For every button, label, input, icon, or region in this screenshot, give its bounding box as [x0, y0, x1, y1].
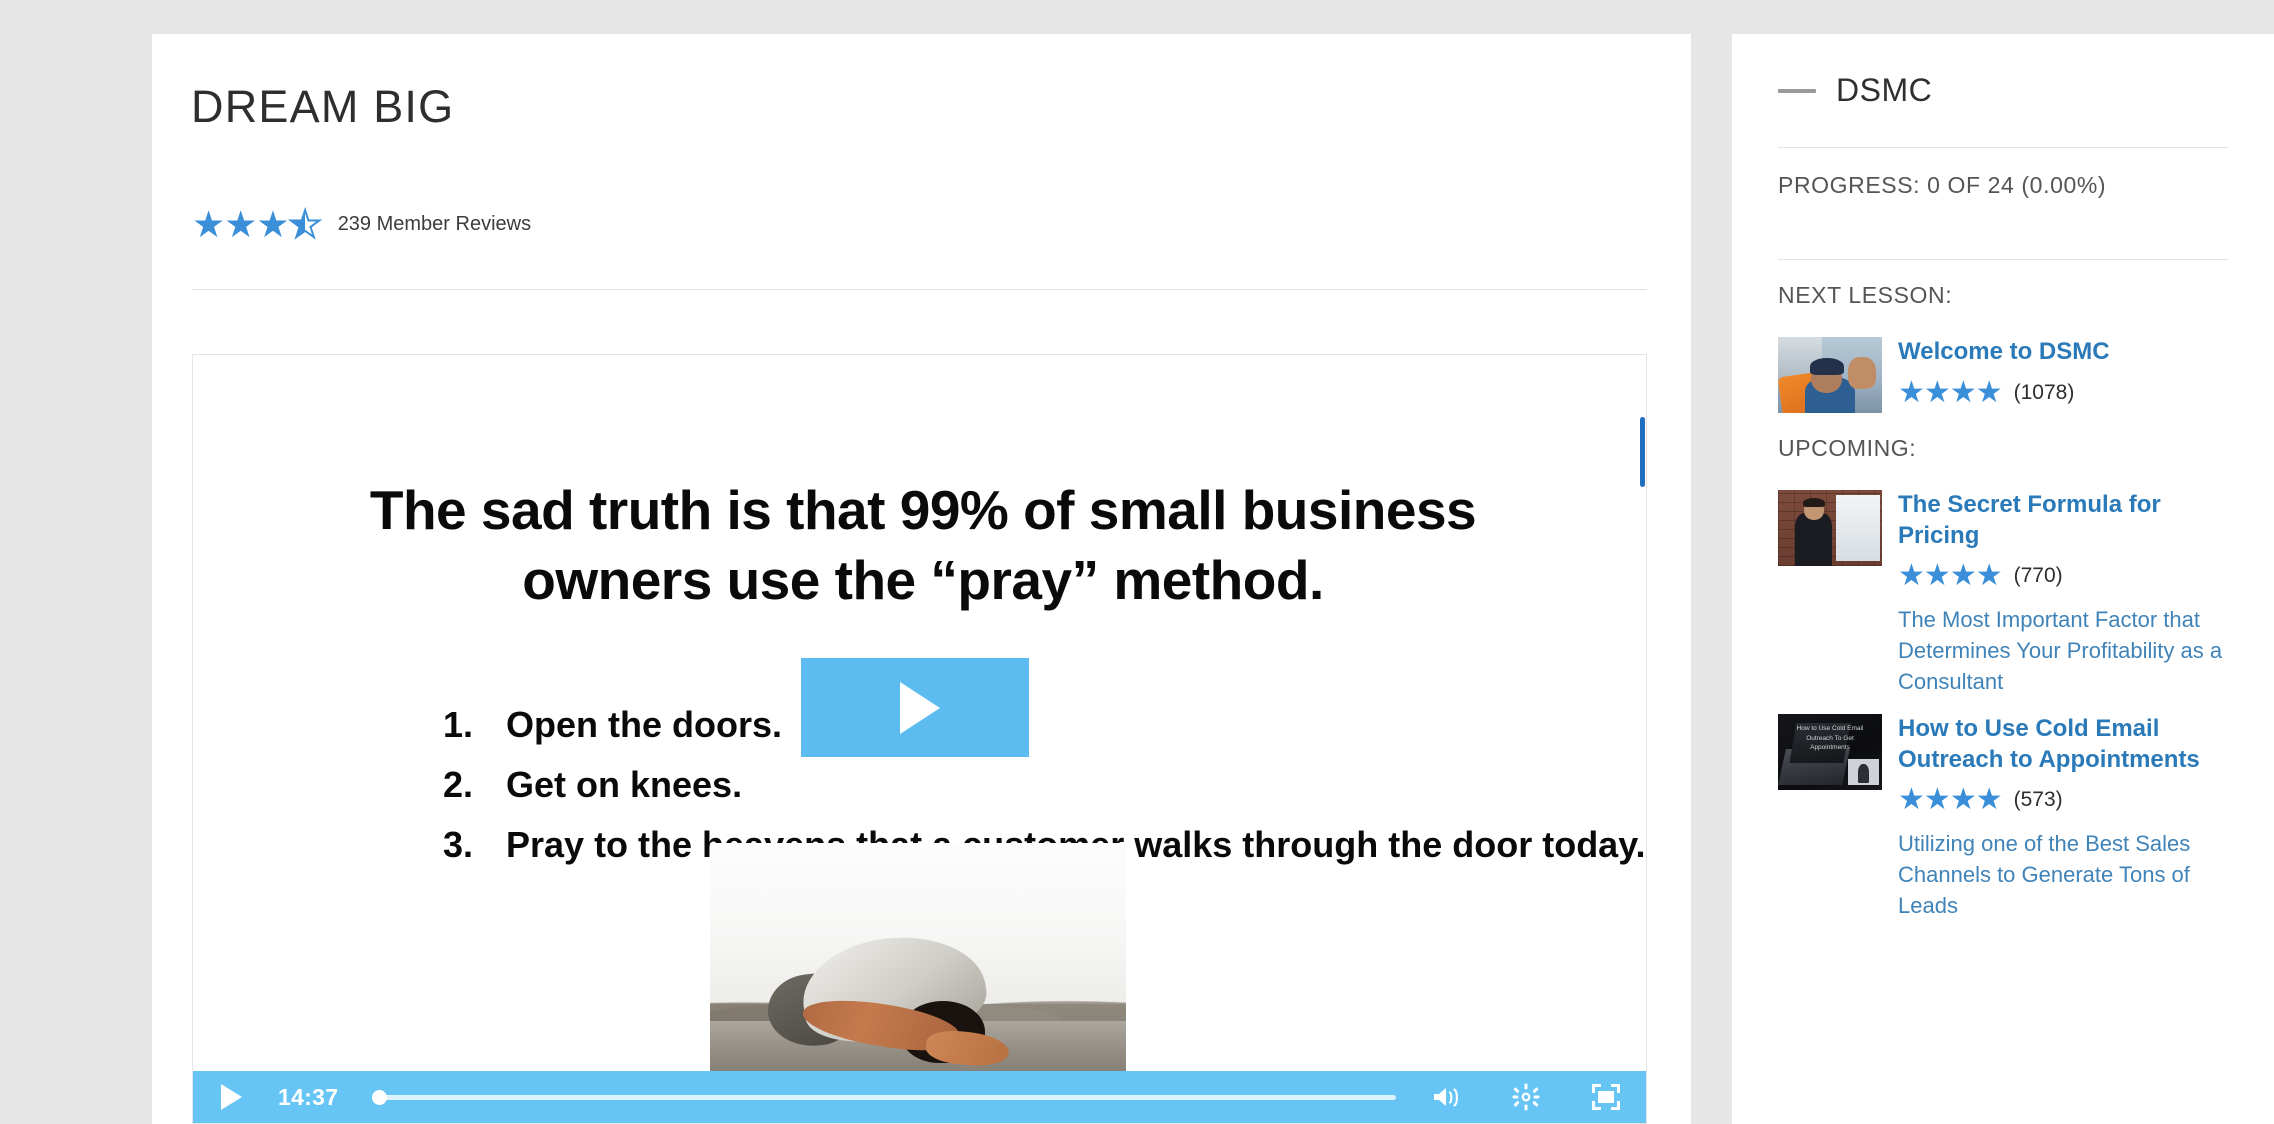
lesson-thumbnail[interactable]	[1778, 337, 1882, 413]
thumb-overlay-text: How to Use Cold Email Outreach To Get Ap…	[1796, 725, 1864, 752]
thumb-person-hair	[1810, 358, 1844, 375]
star-icon: ★	[224, 204, 257, 245]
member-reviews-label: 239 Member Reviews	[337, 213, 532, 235]
next-lesson-heading: NEXT LESSON:	[1778, 282, 1953, 308]
star-icon: ★	[1975, 559, 2003, 593]
list-item[interactable]: Welcome to DSMC ★ ★ ★ ★ (1078)	[1778, 321, 2228, 413]
list-item[interactable]: The Secret Formula for Pricing ★ ★ ★ ★ (770…	[1778, 474, 2228, 698]
play-triangle-icon	[900, 681, 940, 734]
star-icon: ★	[1898, 375, 1925, 409]
list-item: 2. Get on knees.	[443, 755, 1623, 815]
gear-icon[interactable]	[1504, 1077, 1548, 1117]
progress-label: PROGRESS: 0 OF 24 (0.00%)	[1778, 172, 2107, 198]
sidebar-header[interactable]: DSMC	[1778, 34, 2228, 109]
lesson-body: Welcome to DSMC ★ ★ ★ ★ (1078)	[1898, 337, 2228, 413]
star-icon: ★	[1898, 559, 1925, 593]
seek-rail	[372, 1094, 1396, 1100]
video-scrollbar[interactable]	[1640, 417, 1645, 487]
lesson-star-rating: ★ ★ ★ ★	[1898, 559, 2003, 593]
lesson-title-link[interactable]: How to Use Cold Email Outreach to Appoin…	[1898, 714, 2228, 775]
list-item-number: 3.	[443, 823, 474, 865]
play-button[interactable]	[221, 1084, 242, 1110]
star-icon: ★	[1975, 375, 2003, 409]
lesson-title-link[interactable]: Welcome to DSMC	[1898, 337, 2228, 368]
lesson-rating: ★ ★ ★ ★ (770)	[1898, 561, 2228, 591]
lesson-body: How to Use Cold Email Outreach to Appoin…	[1898, 714, 2228, 922]
slide-headline: The sad truth is that 99% of small busin…	[369, 479, 1477, 612]
star-icon: ★	[1923, 559, 1951, 593]
video-time-label: 14:37	[278, 1083, 339, 1110]
sidebar-title: DSMC	[1836, 72, 1933, 108]
star-icon: ★	[1923, 375, 1951, 409]
star-icon: ★	[192, 204, 225, 245]
thumb-picture-in-picture	[1847, 759, 1879, 786]
lesson-star-rating: ★ ★ ★ ★	[1898, 783, 2003, 817]
lesson-review-count: (1078)	[2013, 380, 2075, 404]
course-rating: ★★★★ 239 Member Reviews	[192, 204, 532, 245]
star-icon: ★	[1949, 783, 1977, 817]
upcoming-heading: UPCOMING:	[1778, 435, 1917, 461]
lesson-rating: ★ ★ ★ ★ (1078)	[1898, 375, 2228, 409]
big-play-button[interactable]	[801, 658, 1029, 757]
thumb-waving-hand	[1847, 356, 1876, 389]
video-player[interactable]: The sad truth is that 99% of small busin…	[192, 354, 1647, 1124]
lesson-star-rating: ★ ★ ★ ★	[1898, 375, 2003, 409]
lesson-thumbnail[interactable]: How to Use Cold Email Outreach To Get Ap…	[1778, 713, 1882, 790]
title-divider	[192, 289, 1647, 290]
video-seek-bar[interactable]	[372, 1088, 1396, 1106]
star-icon: ★	[1898, 783, 1925, 817]
main-content-card: DREAM BIG ★★★★ 239 Member Reviews The sa…	[152, 34, 1691, 1124]
thumb-person-body	[1794, 512, 1833, 566]
list-item-text: Open the doors.	[506, 704, 783, 745]
thumb-whiteboard	[1836, 494, 1880, 562]
course-sidebar: DSMC PROGRESS: 0 OF 24 (0.00%) NEXT LESS…	[1732, 34, 2274, 1124]
star-icon: ★	[1949, 375, 1977, 409]
star-icon: ★	[1975, 783, 2003, 817]
page-root: DREAM BIG ★★★★ 239 Member Reviews The sa…	[0, 0, 2274, 1124]
star-icon: ★	[1949, 559, 1977, 593]
page-title: DREAM BIG	[191, 81, 455, 132]
star-half-icon: ★	[288, 205, 323, 244]
list-item-number: 2.	[443, 763, 474, 805]
lesson-review-count: (573)	[2013, 788, 2063, 812]
star-icon: ★	[1923, 783, 1951, 817]
lesson-review-count: (770)	[2013, 564, 2063, 588]
lesson-thumbnail[interactable]	[1778, 490, 1882, 566]
video-controls-bar: 14:37	[193, 1071, 1646, 1123]
minus-icon[interactable]	[1778, 88, 1816, 93]
thumb-person-hair	[1802, 497, 1825, 508]
list-item: 1. Open the doors.	[443, 695, 1623, 755]
lesson-title-link[interactable]: The Secret Formula for Pricing	[1898, 490, 2228, 551]
fullscreen-icon[interactable]	[1584, 1077, 1628, 1117]
course-star-rating: ★ ★ ★ ★	[192, 204, 323, 245]
seek-handle[interactable]	[372, 1089, 388, 1105]
lesson-body: The Secret Formula for Pricing ★ ★ ★ ★ (770…	[1898, 490, 2228, 698]
lesson-description[interactable]: The Most Important Factor that Determine…	[1898, 605, 2228, 697]
list-item-text: Get on knees.	[506, 763, 743, 805]
star-icon: ★	[256, 204, 289, 245]
volume-icon[interactable]	[1424, 1077, 1468, 1117]
lesson-description[interactable]: Utilizing one of the Best Sales Channels…	[1898, 829, 2228, 921]
video-slide: The sad truth is that 99% of small busin…	[193, 355, 1646, 1123]
list-item[interactable]: How to Use Cold Email Outreach To Get Ap…	[1778, 698, 2228, 922]
lesson-rating: ★ ★ ★ ★ (573)	[1898, 785, 2228, 815]
list-item-number: 1.	[443, 704, 474, 745]
